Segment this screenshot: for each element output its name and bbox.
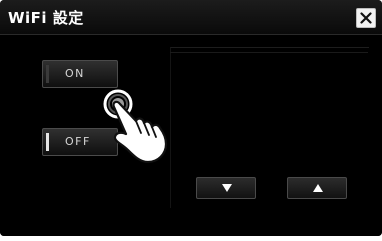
wifi-settings-dialog: WiFi 設定 ON OFF	[0, 0, 382, 236]
close-icon	[360, 12, 372, 24]
dialog-title: WiFi 設定	[8, 9, 84, 27]
close-button[interactable]	[356, 8, 376, 28]
title-bar: WiFi 設定	[0, 0, 382, 35]
scroll-up-button[interactable]	[287, 177, 347, 199]
triangle-up-icon	[313, 184, 323, 192]
scroll-down-button[interactable]	[196, 177, 256, 199]
selection-indicator	[46, 65, 49, 83]
wifi-on-label: ON	[65, 67, 85, 80]
triangle-down-icon	[222, 184, 232, 192]
tap-hand-cursor-icon	[103, 89, 168, 164]
wifi-off-label: OFF	[65, 135, 91, 148]
selection-indicator	[46, 133, 49, 151]
divider	[170, 52, 368, 53]
